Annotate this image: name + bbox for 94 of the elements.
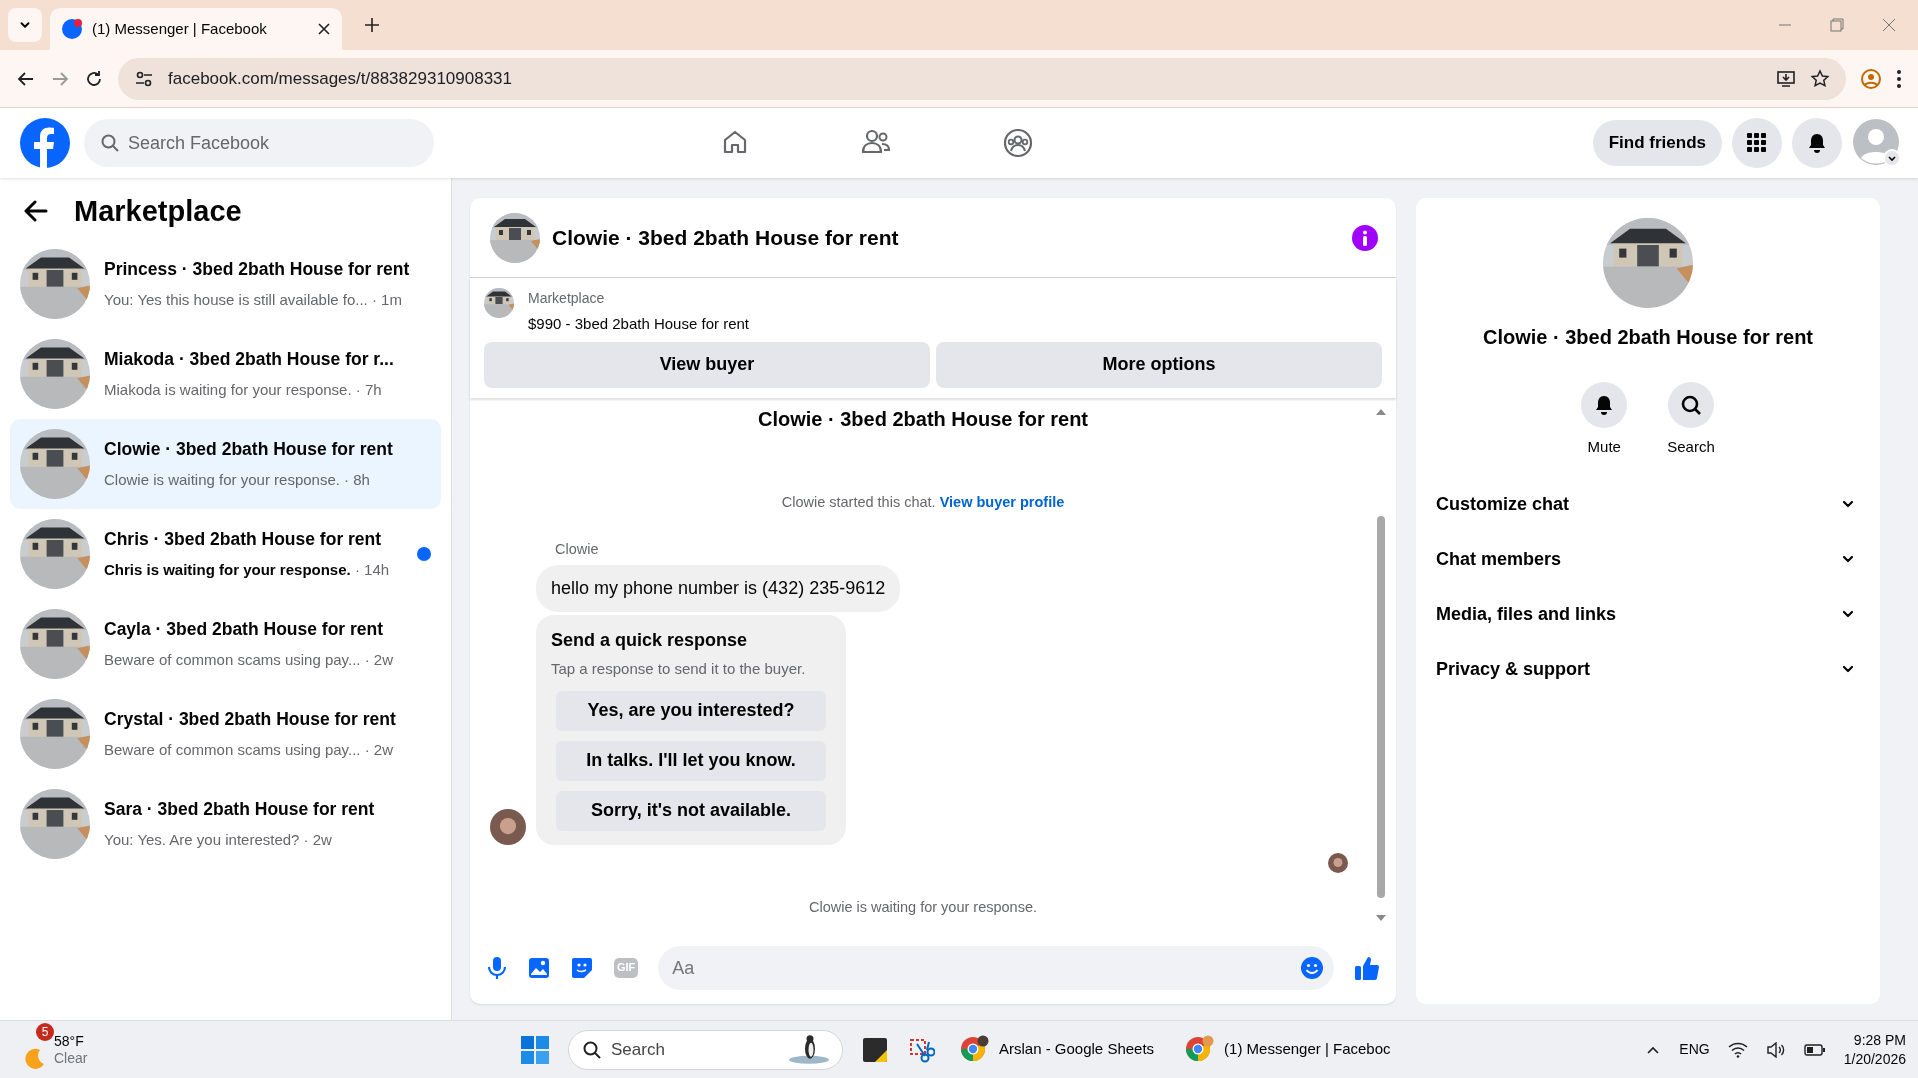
conversation-item[interactable]: Sara · 3bed 2bath House for rent You: Yes. Are you interested? · 2w: [10, 778, 441, 869]
conversation-name: Cayla · 3bed 2bath House for rent: [104, 618, 385, 642]
new-tab-icon[interactable]: [364, 17, 380, 33]
conversation-item[interactable]: Princess · 3bed 2bath House for rent You: Yes this house is still available fo... · 1m: [10, 238, 441, 329]
message-preview: Miakoda is waiting for your response. · 7h: [104, 379, 383, 400]
image-icon[interactable]: [528, 956, 550, 980]
conversation-item[interactable]: Crystal · 3bed 2bath House for rent Beware of common scams using pay... · 2w: [10, 688, 441, 779]
page-title: Marketplace: [74, 194, 242, 229]
menu-button[interactable]: [1732, 118, 1782, 168]
weather-condition: Clear: [54, 1049, 88, 1067]
star-icon[interactable]: [1810, 68, 1830, 89]
battery-icon[interactable]: [1803, 1042, 1826, 1057]
quick-reply-button[interactable]: Sorry, it's not available.: [556, 790, 826, 831]
section-toggle[interactable]: Privacy & support: [1434, 641, 1862, 697]
section-toggle[interactable]: Chat members: [1434, 531, 1862, 587]
avatar: [490, 808, 526, 845]
search-icon: [100, 133, 120, 153]
message-preview: You: Yes this house is still available fo... · 1m: [104, 289, 403, 310]
message-bubble: hello my phone number is (432) 235-9612: [536, 565, 901, 612]
grid-icon: [1746, 132, 1768, 154]
sticker-icon[interactable]: [570, 956, 594, 980]
clock-date[interactable]: 1/20/2026: [1843, 1049, 1906, 1068]
more-icon[interactable]: [1896, 68, 1902, 89]
view-buyer-button[interactable]: View buyer: [484, 341, 930, 388]
wifi-icon[interactable]: [1727, 1041, 1748, 1058]
sender-name: Clowie: [555, 540, 600, 560]
search-icon: [582, 1039, 602, 1060]
message-field[interactable]: Aa: [658, 946, 1334, 990]
notifications-button[interactable]: [1792, 118, 1842, 168]
bell-icon: [1806, 132, 1828, 154]
find-friends-button[interactable]: Find friends: [1592, 120, 1722, 166]
groups-icon[interactable]: [1003, 128, 1033, 158]
chat-title: Clowie · 3bed 2bath House for rent: [552, 224, 900, 251]
waiting-notice: Clowie is waiting for your response.: [807, 897, 1039, 917]
install-icon[interactable]: [1776, 68, 1796, 89]
emoji-icon[interactable]: [1300, 956, 1324, 980]
message-preview: Clowie is waiting for your response. · 8h: [104, 469, 371, 490]
taskbar-search[interactable]: Search: [568, 1029, 843, 1070]
conversation-title: Clowie · 3bed 2bath House for rent: [1482, 325, 1813, 350]
profile-icon[interactable]: [1860, 67, 1882, 90]
volume-icon[interactable]: [1765, 1041, 1786, 1058]
home-icon[interactable]: [721, 128, 749, 156]
message-preview: Beware of common scams using pay... · 2w: [104, 739, 394, 760]
friends-icon[interactable]: [861, 128, 891, 156]
back-icon[interactable]: [24, 200, 48, 223]
quick-response-hint: Tap a response to send it to the buyer.: [551, 659, 807, 679]
chat-start-notice: Clowie started this chat. View buyer profile: [780, 492, 1066, 512]
message-preview: Chris is waiting for your response. · 14h: [104, 559, 391, 580]
browser-tab[interactable]: (1) Messenger | Facebook: [50, 8, 342, 50]
temperature: 58°F: [54, 1032, 85, 1050]
conversation-item[interactable]: Miakoda · 3bed 2bath House for r... Miakoda is waiting for your response. · 7h: [10, 328, 441, 419]
section-toggle[interactable]: Media, files and links: [1434, 586, 1862, 642]
clock-time[interactable]: 9:28 PM: [1843, 1031, 1906, 1050]
conversation-name: Clowie · 3bed 2bath House for rent: [104, 438, 394, 462]
listing-label: Marketplace: [528, 289, 606, 308]
buyer-profile-link[interactable]: View buyer profile: [939, 493, 1065, 510]
taskbar-app[interactable]: Arslan - Google Sheets: [953, 1030, 1161, 1069]
start-icon[interactable]: [520, 1034, 550, 1065]
conversation-item[interactable]: Chris · 3bed 2bath House for rent Chris is waiting for your response. · 14h: [10, 508, 441, 599]
section-toggle[interactable]: Customize chat: [1434, 476, 1862, 532]
quick-reply-button[interactable]: Yes, are you interested?: [556, 690, 826, 731]
read-receipt-avatar: [1328, 852, 1348, 873]
quick-response-title: Send a quick response: [551, 629, 749, 652]
more-options-button[interactable]: More options: [936, 341, 1382, 388]
conversation-name: Miakoda · 3bed 2bath House for r...: [104, 348, 395, 372]
site-icon: [62, 19, 82, 39]
conversation-name: Chris · 3bed 2bath House for rent: [104, 528, 383, 552]
logo-icon[interactable]: [20, 118, 70, 168]
conversation-name: Princess · 3bed 2bath House for rent: [104, 258, 411, 282]
reload-icon[interactable]: [84, 68, 104, 89]
message-preview: Beware of common scams using pay... · 2w: [104, 649, 394, 670]
close-icon[interactable]: [318, 23, 330, 35]
conversation-item[interactable]: Cayla · 3bed 2bath House for rent Beware of common scams using pay... · 2w: [10, 598, 441, 689]
listing-title: $990 - 3bed 2bath House for rent: [528, 314, 749, 334]
taskbar-app[interactable]: (1) Messenger | Faceboc: [1178, 1030, 1397, 1069]
conversation-name: Crystal · 3bed 2bath House for rent: [104, 708, 397, 732]
thumbs-up-icon[interactable]: [1354, 955, 1380, 981]
conversation-heading: Clowie · 3bed 2bath House for rent: [756, 406, 1089, 432]
conversation-item[interactable]: Clowie · 3bed 2bath House for rent Clowie is waiting for your response. · 8h: [10, 418, 441, 509]
message-preview: You: Yes. Are you interested? · 2w: [104, 829, 333, 850]
conversation-name: Sara · 3bed 2bath House for rent: [104, 798, 376, 822]
sticky-notes-icon[interactable]: [861, 1035, 889, 1064]
bird-icon: [789, 1034, 829, 1064]
tab-title: (1) Messenger | Facebook: [92, 18, 268, 39]
microphone-icon[interactable]: [486, 956, 508, 980]
info-icon[interactable]: [1352, 224, 1378, 251]
notification-badge: 5: [36, 1023, 54, 1041]
quick-reply-button[interactable]: In talks. I'll let you know.: [556, 740, 826, 781]
search-icon: [1680, 394, 1702, 416]
search-field[interactable]: Search Facebook: [84, 119, 434, 167]
address-bar[interactable]: facebook.com/messages/t/883829310908331: [118, 57, 1846, 100]
url-text: facebook.com/messages/t/883829310908331: [168, 67, 514, 90]
tab-list-button[interactable]: [8, 8, 42, 42]
language-indicator[interactable]: ENG: [1679, 1039, 1710, 1060]
